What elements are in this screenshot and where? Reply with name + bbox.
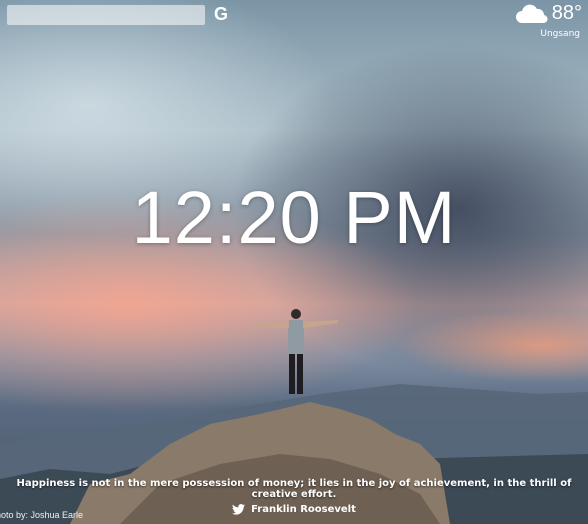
- quote-author[interactable]: Franklin Roosevelt: [0, 504, 588, 515]
- clock-time: 12:20 PM: [131, 176, 457, 259]
- twitter-icon[interactable]: [232, 504, 246, 515]
- quote-author-name: Franklin Roosevelt: [251, 504, 356, 515]
- photo-credit[interactable]: hoto by: Joshua Earle: [0, 510, 83, 520]
- search-input[interactable]: [7, 5, 205, 25]
- temperature: 88°: [551, 2, 582, 24]
- google-icon[interactable]: G: [214, 4, 228, 25]
- cloud-icon: [515, 4, 548, 23]
- person-silhouette: [254, 309, 338, 394]
- weather-widget[interactable]: 88° Ungsang: [514, 2, 582, 39]
- quote-text: Happiness is not in the mere possession …: [16, 478, 572, 500]
- weather-location: Ungsang: [540, 29, 580, 39]
